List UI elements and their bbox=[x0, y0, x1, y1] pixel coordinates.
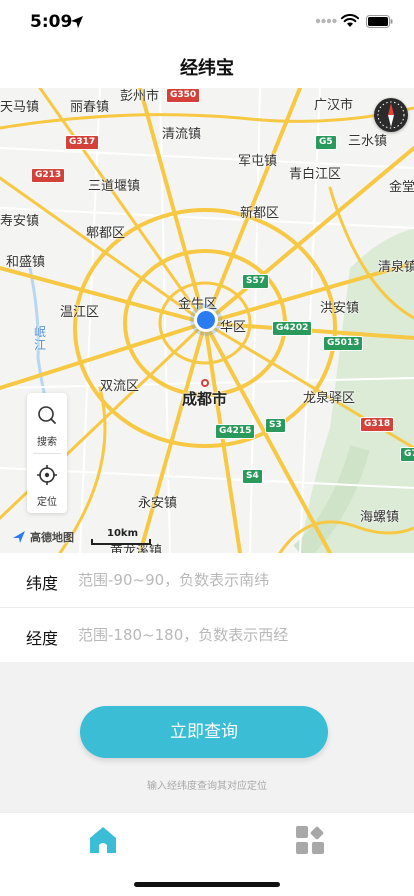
latitude-label: 纬度 bbox=[26, 574, 59, 593]
screen: 5:09 经纬宝 天马镇 丽春镇 彭州市 广汉市 清流镇 军屯镇 三水镇 三道堰… bbox=[0, 0, 414, 896]
road-shield: S3 bbox=[265, 418, 286, 433]
map-label: 金堂 bbox=[389, 180, 414, 195]
map-label: 龙泉驿区 bbox=[303, 391, 356, 406]
signal-dots-icon bbox=[315, 18, 337, 24]
map-locate-label: 定位 bbox=[37, 497, 57, 508]
map-label-city: 成都市 bbox=[182, 390, 228, 408]
longitude-input[interactable] bbox=[78, 618, 398, 652]
status-bar: 5:09 bbox=[0, 0, 414, 44]
map-label: 青白江区 bbox=[289, 167, 342, 182]
map-label: 三道堰镇 bbox=[88, 179, 141, 194]
map-label: 温江区 bbox=[60, 305, 100, 320]
latitude-row: 纬度 bbox=[0, 553, 414, 607]
map-label: 三水镇 bbox=[348, 134, 388, 149]
longitude-label: 经度 bbox=[26, 629, 59, 648]
map-view[interactable]: 天马镇 丽春镇 彭州市 广汉市 清流镇 军屯镇 三水镇 三道堰镇 青白江区 金堂… bbox=[0, 88, 414, 553]
tool-divider bbox=[33, 453, 61, 454]
tab-apps[interactable] bbox=[293, 823, 333, 857]
road-shield: G4202 bbox=[272, 321, 313, 336]
current-location-marker bbox=[194, 308, 218, 332]
map-label: 和盛镇 bbox=[6, 255, 46, 270]
road-shield: S57 bbox=[242, 274, 270, 289]
map-search-button[interactable]: 搜索 bbox=[27, 395, 67, 453]
page-title: 经纬宝 bbox=[180, 58, 234, 79]
amap-logo-icon bbox=[13, 531, 25, 543]
tab-home[interactable] bbox=[86, 823, 126, 857]
query-button[interactable]: 立即查询 bbox=[80, 706, 328, 758]
map-label: 双流区 bbox=[100, 379, 140, 394]
road-shield: G318 bbox=[360, 417, 395, 432]
wifi-icon bbox=[341, 14, 359, 27]
map-label: 军屯镇 bbox=[238, 154, 278, 169]
road-shield: G76 bbox=[400, 447, 414, 462]
action-area: 立即查询 输入经纬度查询其对应定位 bbox=[0, 662, 414, 812]
map-locate-button[interactable]: 定位 bbox=[27, 455, 67, 513]
map-label: 寿安镇 bbox=[0, 214, 40, 229]
road-shield: G5 bbox=[315, 135, 337, 150]
map-label: 清流镇 bbox=[162, 127, 202, 142]
map-label: 洪安镇 bbox=[320, 301, 360, 316]
home-indicator bbox=[134, 882, 280, 887]
status-time: 5:09 bbox=[30, 12, 73, 32]
battery-icon bbox=[366, 15, 393, 28]
compass-button[interactable] bbox=[374, 98, 408, 132]
map-scale-bar bbox=[91, 539, 151, 545]
map-label: 永安镇 bbox=[138, 496, 178, 511]
latitude-input[interactable] bbox=[78, 563, 398, 597]
map-label: 海螺镇 bbox=[360, 510, 400, 525]
map-label: 清泉镇 bbox=[378, 260, 414, 275]
query-hint: 输入经纬度查询其对应定位 bbox=[147, 781, 267, 792]
grid-apps-icon bbox=[296, 826, 324, 854]
map-tools: 搜索 定位 bbox=[27, 393, 67, 513]
map-label: 新都区 bbox=[240, 206, 280, 221]
map-label: 天马镇 bbox=[0, 100, 40, 115]
map-label: 彭州市 bbox=[120, 89, 160, 104]
home-icon bbox=[90, 827, 116, 853]
map-label: 广汉市 bbox=[314, 98, 354, 113]
map-label-river: 岷江 bbox=[34, 325, 47, 352]
map-label: 丽春镇 bbox=[70, 100, 110, 115]
road-shield: G213 bbox=[31, 168, 66, 183]
location-arrow-icon bbox=[71, 16, 83, 28]
longitude-row: 经度 bbox=[0, 608, 414, 662]
road-shield: G4215 bbox=[215, 424, 256, 439]
road-shield: G317 bbox=[65, 135, 100, 150]
road-shield: S4 bbox=[242, 469, 263, 484]
map-provider-logo: 高德地图 bbox=[30, 531, 74, 544]
map-search-label: 搜索 bbox=[37, 437, 57, 448]
map-scale-label: 10km bbox=[107, 528, 138, 539]
map-label: 郫都区 bbox=[86, 226, 126, 241]
crosshair-icon bbox=[37, 465, 57, 485]
road-shield: G350 bbox=[166, 88, 201, 103]
search-icon bbox=[38, 406, 56, 424]
compass-icon bbox=[377, 101, 405, 129]
road-shield: G5013 bbox=[323, 336, 364, 351]
map-label: 华区 bbox=[220, 320, 247, 335]
